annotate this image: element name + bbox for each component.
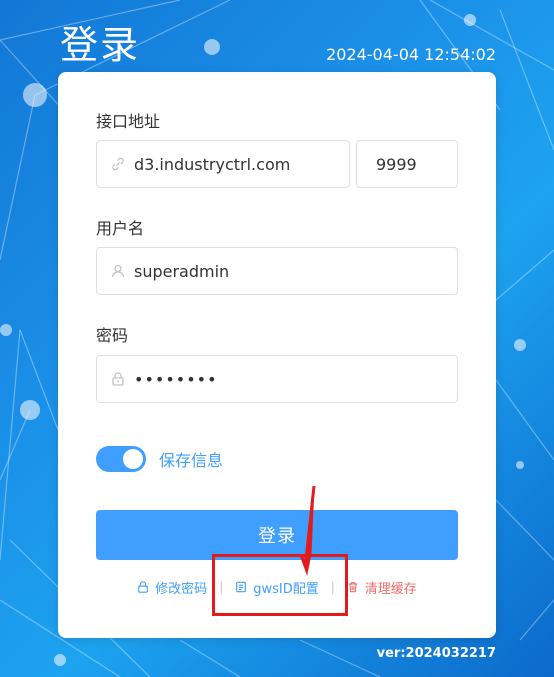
change-password-link[interactable]: 修改密码 — [137, 578, 207, 597]
page-title: 登录 — [60, 23, 141, 67]
link-icon — [110, 156, 126, 172]
change-password-label: 修改密码 — [155, 581, 208, 597]
remember-toggle[interactable] — [96, 446, 146, 472]
version-label: ver:2024032217 — [376, 646, 496, 661]
api-port-input[interactable]: 9999 — [356, 140, 458, 188]
lock-icon — [138, 581, 149, 593]
username-input[interactable]: superadmin — [96, 247, 458, 295]
current-datetime: 2024-04-04 12:54:02 — [326, 45, 496, 64]
api-port-value: 9999 — [376, 154, 417, 174]
password-input[interactable]: •••••••• — [96, 355, 458, 403]
remember-row: 保存信息 — [96, 446, 223, 472]
api-address-label: 接口地址 — [96, 112, 161, 131]
username-value: superadmin — [134, 261, 230, 281]
remember-label[interactable]: 保存信息 — [159, 447, 223, 471]
password-label: 密码 — [96, 326, 129, 345]
toggle-knob — [123, 449, 143, 469]
clear-cache-link[interactable]: 清理缓存 — [347, 578, 417, 597]
trash-icon — [348, 582, 358, 593]
lock-icon — [110, 371, 126, 387]
api-host-input[interactable]: d3.industryctrl.com — [96, 140, 350, 188]
annotation-highlight-box — [212, 554, 348, 616]
user-icon — [110, 263, 126, 279]
clear-cache-label: 清理缓存 — [364, 581, 417, 597]
login-button[interactable]: 登录 — [96, 510, 458, 560]
api-host-value: d3.industryctrl.com — [134, 154, 291, 174]
username-label: 用户名 — [96, 219, 145, 238]
password-value: •••••••• — [134, 369, 218, 389]
